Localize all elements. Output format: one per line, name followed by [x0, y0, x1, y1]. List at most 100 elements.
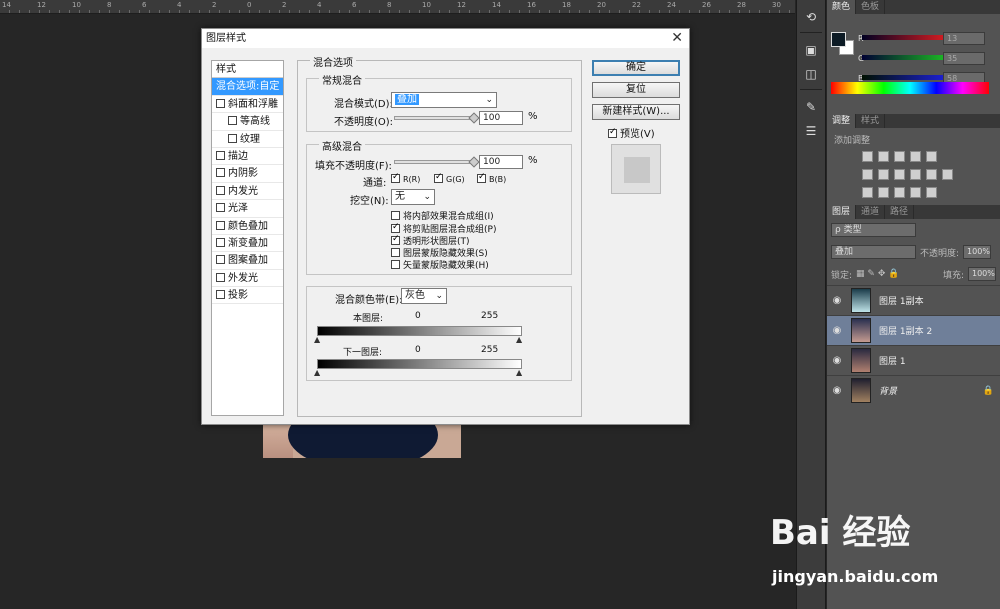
tab-adjustments[interactable]: 调整 [827, 114, 857, 128]
checkbox[interactable] [216, 185, 225, 195]
checkbox[interactable] [391, 172, 400, 183]
checkbox[interactable] [216, 98, 225, 108]
layer-blend-select[interactable]: 叠加 [831, 245, 916, 259]
settings-icon[interactable]: ☰ [802, 124, 820, 138]
style-item-stroke[interactable]: 描边 [212, 148, 283, 166]
checkbox[interactable] [216, 220, 225, 230]
style-item-bevel[interactable]: 斜面和浮雕 [212, 96, 283, 114]
check-vector-mask-hides[interactable]: 矢量蒙版隐藏效果(H) [391, 258, 489, 271]
opacity-slider-track[interactable] [394, 116, 474, 120]
underlying-black-handle[interactable]: ▲ [314, 368, 320, 377]
fill-opacity-slider-track[interactable] [394, 160, 474, 164]
r-value[interactable]: 13 [943, 32, 985, 45]
checkbox[interactable] [391, 234, 400, 245]
checkbox[interactable] [216, 290, 225, 300]
channel-b-checkbox[interactable]: B(B) [477, 172, 506, 184]
visibility-eye-icon[interactable]: ◉ [831, 385, 843, 396]
ok-button[interactable]: 确定 [592, 60, 680, 76]
color-balance-icon[interactable] [878, 169, 889, 180]
selective-color-icon[interactable] [926, 187, 937, 198]
visibility-eye-icon[interactable]: ◉ [831, 325, 843, 336]
layer-row[interactable]: ◉ 图层 1 [827, 345, 1000, 375]
checkbox[interactable] [216, 203, 225, 213]
curves-icon[interactable] [894, 151, 905, 162]
underlying-white-handle[interactable]: ▲ [516, 368, 522, 377]
color-lookup-icon[interactable] [942, 169, 953, 180]
tab-paths[interactable]: 路径 [885, 205, 915, 219]
channel-g-checkbox[interactable]: G(G) [434, 172, 465, 184]
brush-icon[interactable]: ✎ [802, 100, 820, 114]
style-list-header[interactable]: 样式 [212, 61, 283, 79]
checkbox[interactable] [608, 127, 617, 138]
layer-fill-input[interactable]: 100% [968, 267, 996, 281]
layer-row[interactable]: ◉ 背景 🔒 [827, 375, 1000, 405]
checkbox[interactable] [434, 172, 443, 183]
blend-if-select[interactable]: 灰色 ⌄ [401, 288, 447, 304]
black-white-icon[interactable] [894, 169, 905, 180]
properties-icon[interactable]: ▣ [802, 43, 820, 57]
tab-layers[interactable]: 图层 [827, 205, 857, 219]
levels-icon[interactable] [878, 151, 889, 162]
style-item-color-overlay[interactable]: 颜色叠加 [212, 218, 283, 235]
exposure-icon[interactable] [910, 151, 921, 162]
vibrance-icon[interactable] [926, 151, 937, 162]
reset-button[interactable]: 复位 [592, 82, 680, 98]
opacity-input[interactable]: 100 [479, 111, 523, 125]
hue-icon[interactable] [862, 169, 873, 180]
layer-row[interactable]: ◉ 图层 1副本 [827, 285, 1000, 315]
style-item-inner-glow[interactable]: 内发光 [212, 183, 283, 201]
foreground-color-swatch[interactable] [831, 32, 846, 47]
checkbox[interactable] [391, 211, 400, 220]
checkbox[interactable] [391, 222, 400, 233]
visibility-eye-icon[interactable]: ◉ [831, 295, 843, 306]
posterize-icon[interactable] [878, 187, 889, 198]
layer-filter-select[interactable]: ρ 类型 [831, 223, 916, 237]
checkbox[interactable] [477, 172, 486, 183]
close-icon[interactable]: ✕ [671, 30, 683, 46]
checkbox[interactable] [391, 248, 400, 257]
layer-row[interactable]: ◉ 图层 1副本 2 [827, 315, 1000, 345]
history-icon[interactable]: ⟲ [802, 10, 820, 24]
checkbox[interactable] [216, 272, 225, 282]
checkbox[interactable] [228, 133, 237, 143]
style-item-pattern-overlay[interactable]: 图案叠加 [212, 252, 283, 270]
document-canvas[interactable] [263, 420, 461, 458]
photo-filter-icon[interactable] [910, 169, 921, 180]
tab-styles[interactable]: 样式 [856, 114, 886, 128]
this-layer-white-handle[interactable]: ▲ [516, 335, 522, 344]
channel-r-checkbox[interactable]: R(R) [391, 172, 420, 184]
this-layer-gradient[interactable] [317, 326, 522, 336]
preview-checkbox[interactable]: 预览(V) [608, 125, 655, 140]
fill-opacity-slider-handle[interactable] [468, 156, 480, 168]
threshold-icon[interactable] [894, 187, 905, 198]
opacity-slider-handle[interactable] [468, 112, 480, 124]
tab-color[interactable]: 颜色 [827, 0, 857, 14]
visibility-eye-icon[interactable]: ◉ [831, 355, 843, 366]
new-style-button[interactable]: 新建样式(W)... [592, 104, 680, 120]
brightness-icon[interactable] [862, 151, 873, 162]
style-item-blending-options[interactable]: 混合选项:自定 [212, 78, 283, 96]
checkbox[interactable] [216, 168, 225, 178]
tab-swatches[interactable]: 色板 [856, 0, 886, 14]
checkbox[interactable] [391, 260, 400, 269]
style-item-contour[interactable]: 等高线 [212, 113, 283, 131]
channel-mixer-icon[interactable] [926, 169, 937, 180]
layer-opacity-input[interactable]: 100% [963, 245, 992, 259]
style-item-satin[interactable]: 光泽 [212, 200, 283, 218]
gradient-map-icon[interactable] [910, 187, 921, 198]
blend-mode-select[interactable]: 叠加 ⌄ [391, 92, 497, 108]
checkbox[interactable] [216, 237, 225, 247]
checkbox[interactable] [216, 255, 225, 265]
tab-channels[interactable]: 通道 [856, 205, 886, 219]
check-blend-interior[interactable]: 将内部效果混合成组(I) [391, 209, 494, 222]
style-item-drop-shadow[interactable]: 投影 [212, 287, 283, 305]
this-layer-black-handle[interactable]: ▲ [314, 335, 320, 344]
checkbox[interactable] [228, 116, 237, 126]
fill-opacity-input[interactable]: 100 [479, 155, 523, 169]
checkbox[interactable] [216, 150, 225, 160]
style-item-texture[interactable]: 纹理 [212, 131, 283, 148]
style-item-outer-glow[interactable]: 外发光 [212, 270, 283, 288]
g-value[interactable]: 35 [943, 52, 985, 65]
color-spectrum[interactable] [831, 82, 989, 94]
layer-comps-icon[interactable]: ◫ [802, 67, 820, 81]
